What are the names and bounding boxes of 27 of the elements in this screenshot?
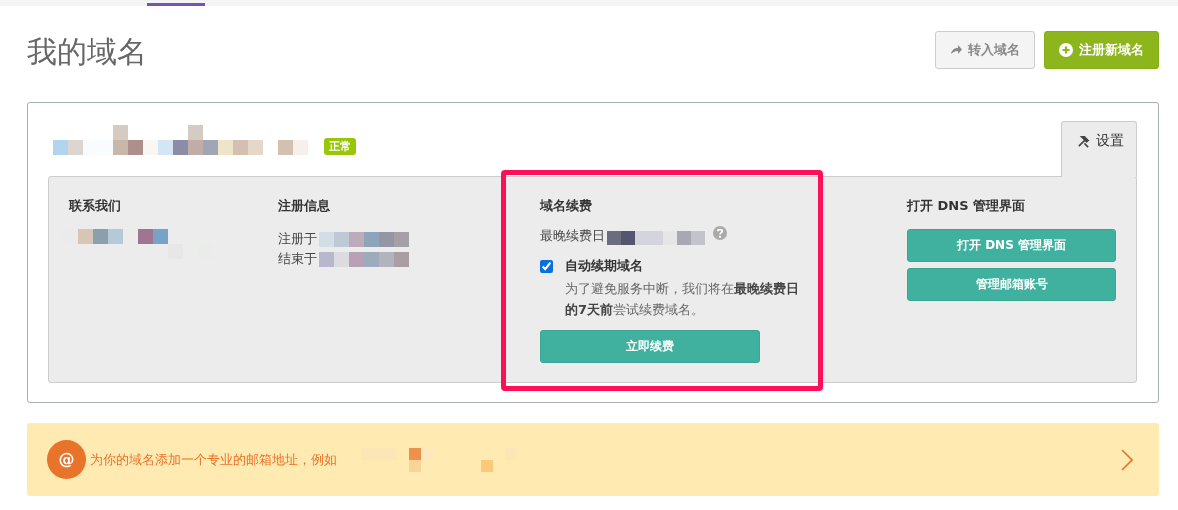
status-badge: 正常 xyxy=(324,138,356,155)
transfer-domain-button[interactable]: 转入域名 xyxy=(935,31,1035,69)
chevron-right-icon[interactable] xyxy=(1121,448,1133,471)
banner-text: 为你的域名添加一个专业的邮箱地址，例如 xyxy=(90,450,337,469)
tools-icon xyxy=(1077,135,1090,148)
at-icon: @ xyxy=(47,440,86,479)
renew-now-button[interactable]: 立即续费 xyxy=(540,330,760,363)
section-heading: 注册信息 xyxy=(278,197,331,215)
section-heading: 域名续费 xyxy=(540,197,593,215)
register-domain-button[interactable]: 注册新域名 xyxy=(1044,31,1159,69)
auto-renew-checkbox[interactable] xyxy=(540,259,553,273)
section-heading: 打开 DNS 管理界面 xyxy=(907,197,1027,215)
help-icon[interactable] xyxy=(713,226,727,240)
dns-manager-button[interactable]: 打开 DNS 管理界面 xyxy=(907,229,1116,262)
plus-circle-icon xyxy=(1059,43,1073,57)
auto-renew-label: 自动续期域名 xyxy=(565,257,643,275)
email-accounts-button[interactable]: 管理邮箱账号 xyxy=(907,268,1116,301)
auto-renew-description: 为了避免服务中断，我们将在最晚续费日的7天前尝试续费域名。 xyxy=(565,280,800,319)
settings-tab[interactable]: 设置 xyxy=(1061,121,1137,177)
date-label: 结束于 xyxy=(278,250,317,268)
email-promo-banner[interactable]: @ 为你的域名添加一个专业的邮箱地址，例如 xyxy=(27,423,1159,496)
section-heading: 联系我们 xyxy=(69,197,122,215)
active-tab-indicator xyxy=(147,3,205,6)
latest-renewal-label: 最晚续费日 xyxy=(540,227,605,245)
date-label: 注册于 xyxy=(278,230,317,248)
share-arrow-icon xyxy=(950,45,962,55)
page-title: 我的域名 xyxy=(27,33,147,71)
